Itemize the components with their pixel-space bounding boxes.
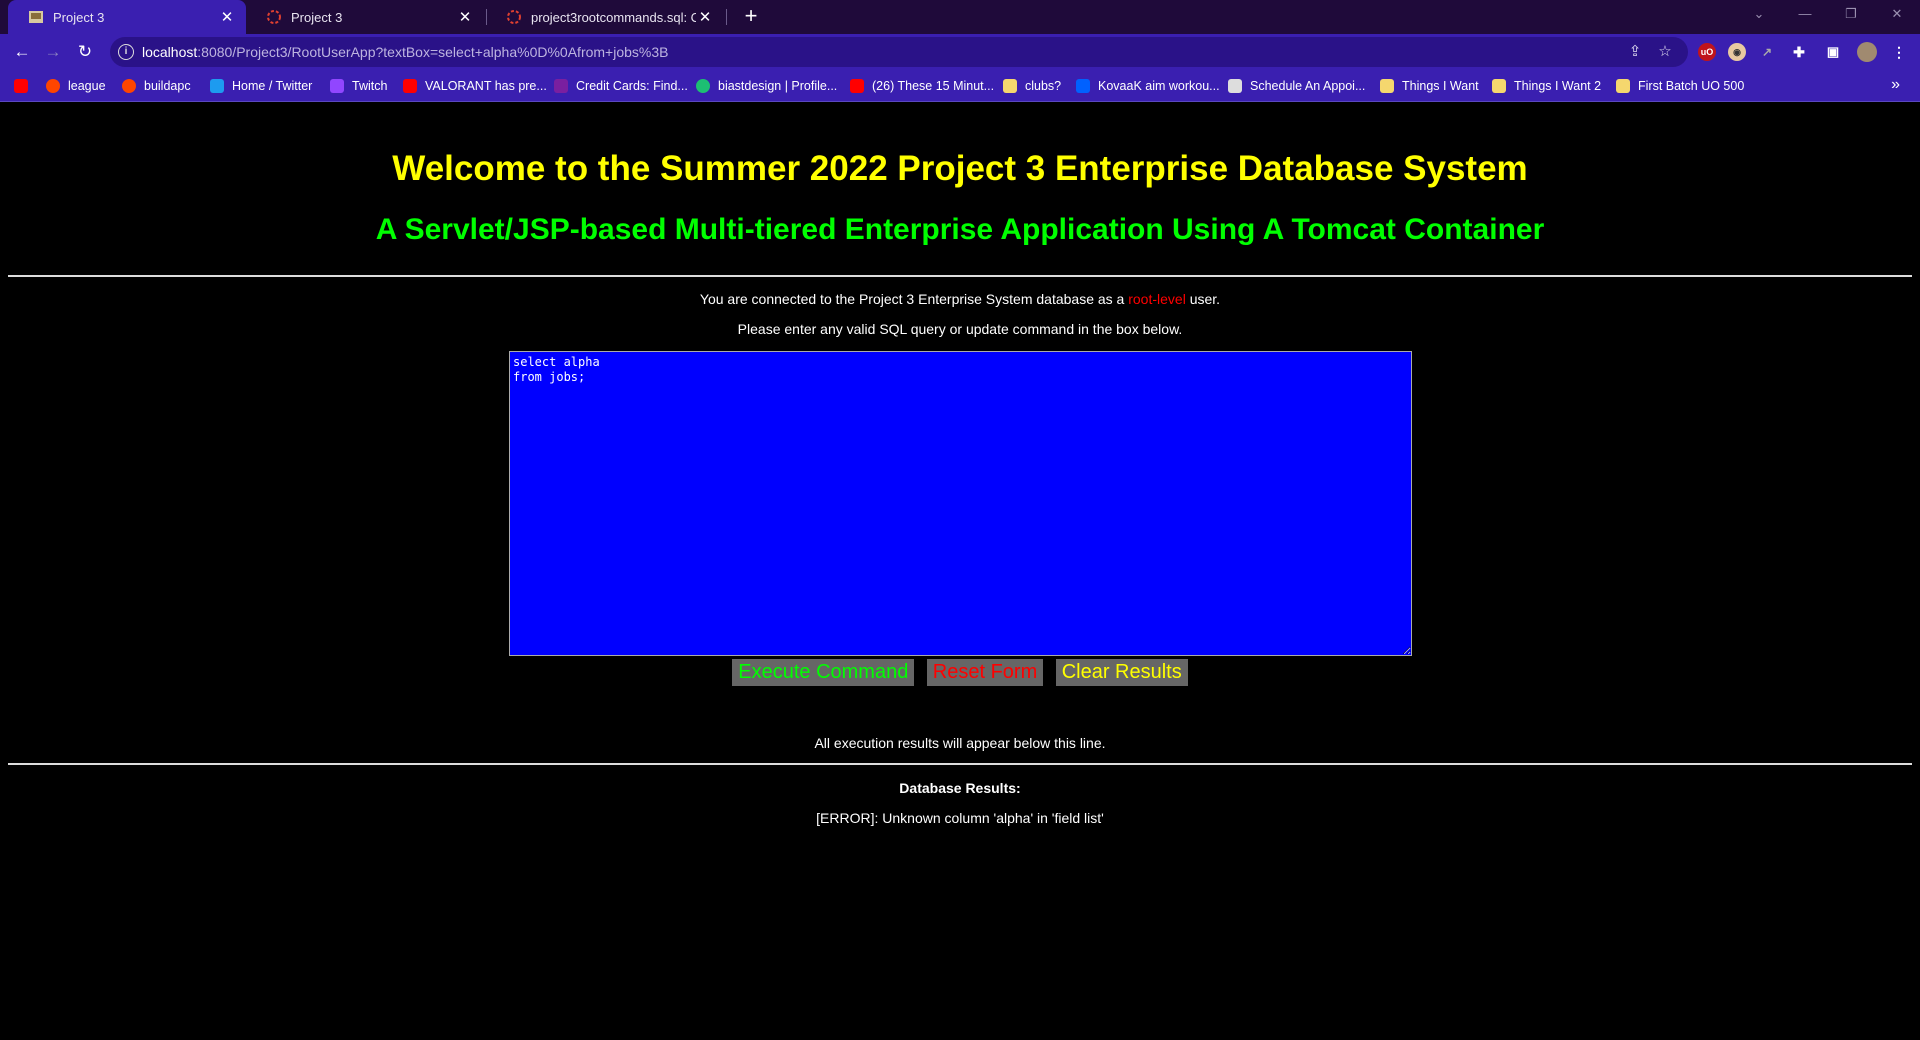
tab-title: Project 3 [291,9,343,25]
user-role: root-level [1128,291,1186,307]
close-tab-icon[interactable]: ✕ [456,8,474,26]
twitter-icon [210,79,224,93]
tab-title: project3rootcommands.sql: CNT4 [531,9,696,25]
execute-command-button[interactable]: Execute Command [732,659,915,686]
instructions-text: Please enter any valid SQL query or upda… [737,321,1183,337]
forward-icon[interactable]: → [41,40,65,64]
bookmark-star-icon[interactable]: ☆ [1656,43,1674,61]
results-divider [8,763,1912,765]
extension-face-icon[interactable]: ◉ [1728,43,1746,61]
connection-status: You are connected to the Project 3 Enter… [699,291,1221,307]
profile-avatar[interactable] [1857,42,1877,62]
browser-toolbar: ← → ↻ i localhost:8080/Project3/RootUser… [0,34,1920,70]
bookmark-item[interactable]: biastdesign | Profile... [696,77,837,95]
back-icon[interactable]: ← [10,40,34,64]
restore-icon[interactable]: ❐ [1828,0,1874,30]
site-info-icon[interactable]: i [118,44,134,60]
bookmark-folder[interactable]: clubs? [1003,77,1061,95]
tab-search-icon[interactable]: ⌄ [1736,0,1782,30]
minimize-icon[interactable]: — [1782,0,1828,30]
reddit-icon [46,79,60,93]
folder-icon [1003,79,1017,93]
bookmark-item[interactable]: Schedule An Appoi... [1228,77,1365,95]
loading-spinner-icon [266,9,282,25]
address-text[interactable]: localhost:8080/Project3/RootUserApp?text… [142,44,668,60]
youtube-icon [403,79,417,93]
bookmark-item[interactable]: Credit Cards: Find... [554,77,688,95]
folder-icon [1616,79,1630,93]
address-bar[interactable]: i localhost:8080/Project3/RootUserApp?te… [110,37,1688,67]
bookmark-item[interactable]: buildapc [122,77,191,95]
bookmark-folder[interactable]: Things I Want [1380,77,1479,95]
menu-kebab-icon[interactable]: ⋮ [1890,43,1908,61]
fiverr-icon [696,79,710,93]
tab-project3[interactable]: Project 3 ✕ [246,0,484,34]
bookmark-item[interactable]: (26) These 15 Minut... [850,77,994,95]
page-subtitle: A Servlet/JSP-based Multi-tiered Enterpr… [375,213,1545,246]
bookmark-item[interactable]: VALORANT has pre... [403,77,547,95]
bookmark-folder[interactable]: Things I Want 2 [1492,77,1601,95]
bookmark-item[interactable]: league [46,77,106,95]
page-favicon-icon [28,9,44,25]
extensions-puzzle-icon[interactable]: ✚ [1790,43,1808,61]
tab-strip: Project 3 ✕ Project 3 ✕ project3rootcomm… [0,0,1920,34]
reset-form-button[interactable]: Reset Form [926,659,1044,686]
loading-spinner-icon [506,9,522,25]
tab-divider [726,9,727,25]
bookmark-item[interactable]: Twitch [330,77,387,95]
reload-icon[interactable]: ↻ [73,40,97,64]
folder-icon [1380,79,1394,93]
folder-icon [1492,79,1506,93]
reddit-icon [122,79,136,93]
results-note: All execution results will appear below … [814,735,1106,751]
results-title: Database Results: [899,780,1021,796]
bookmark-folder[interactable]: First Batch UO 500 [1616,77,1744,95]
clear-results-button[interactable]: Clear Results [1055,659,1188,686]
results-message: [ERROR]: Unknown column 'alpha' in 'fiel… [816,810,1104,826]
page-icon [1228,79,1242,93]
tab-project3-active[interactable]: Project 3 ✕ [8,0,246,34]
youtube-icon [850,79,864,93]
close-window-icon[interactable]: ✕ [1874,0,1920,30]
dropbox-icon [1076,79,1090,93]
page-title: Welcome to the Summer 2022 Project 3 Ent… [392,149,1528,188]
page-content: Welcome to the Summer 2022 Project 3 Ent… [0,103,1920,1040]
card-icon [554,79,568,93]
close-tab-icon[interactable]: ✕ [218,8,236,26]
extension-arrow-icon[interactable]: ↗ [1758,43,1776,61]
share-icon[interactable]: ⇪ [1626,43,1644,61]
new-tab-button[interactable]: + [738,4,764,30]
form-buttons: Execute Command Reset Form Clear Results [0,659,1920,686]
bookmark-item[interactable] [14,77,36,95]
bookmark-item[interactable]: Home / Twitter [210,77,312,95]
twitch-icon [330,79,344,93]
side-panel-icon[interactable]: ▣ [1824,43,1842,61]
tab-title: Project 3 [53,9,105,25]
bookmark-item[interactable]: KovaaK aim workou... [1076,77,1220,95]
close-tab-icon[interactable]: ✕ [696,8,714,26]
youtube-icon [14,79,28,93]
ublock-icon[interactable]: uO [1698,43,1716,61]
top-divider [8,275,1912,277]
more-bookmarks-icon[interactable]: » [1891,76,1900,94]
sql-command-textarea[interactable]: select alpha from jobs; [509,351,1412,656]
tab-sql-file[interactable]: project3rootcommands.sql: CNT4 ✕ [486,0,724,34]
bookmarks-bar: league buildapc Home / Twitter Twitch VA… [0,70,1920,102]
